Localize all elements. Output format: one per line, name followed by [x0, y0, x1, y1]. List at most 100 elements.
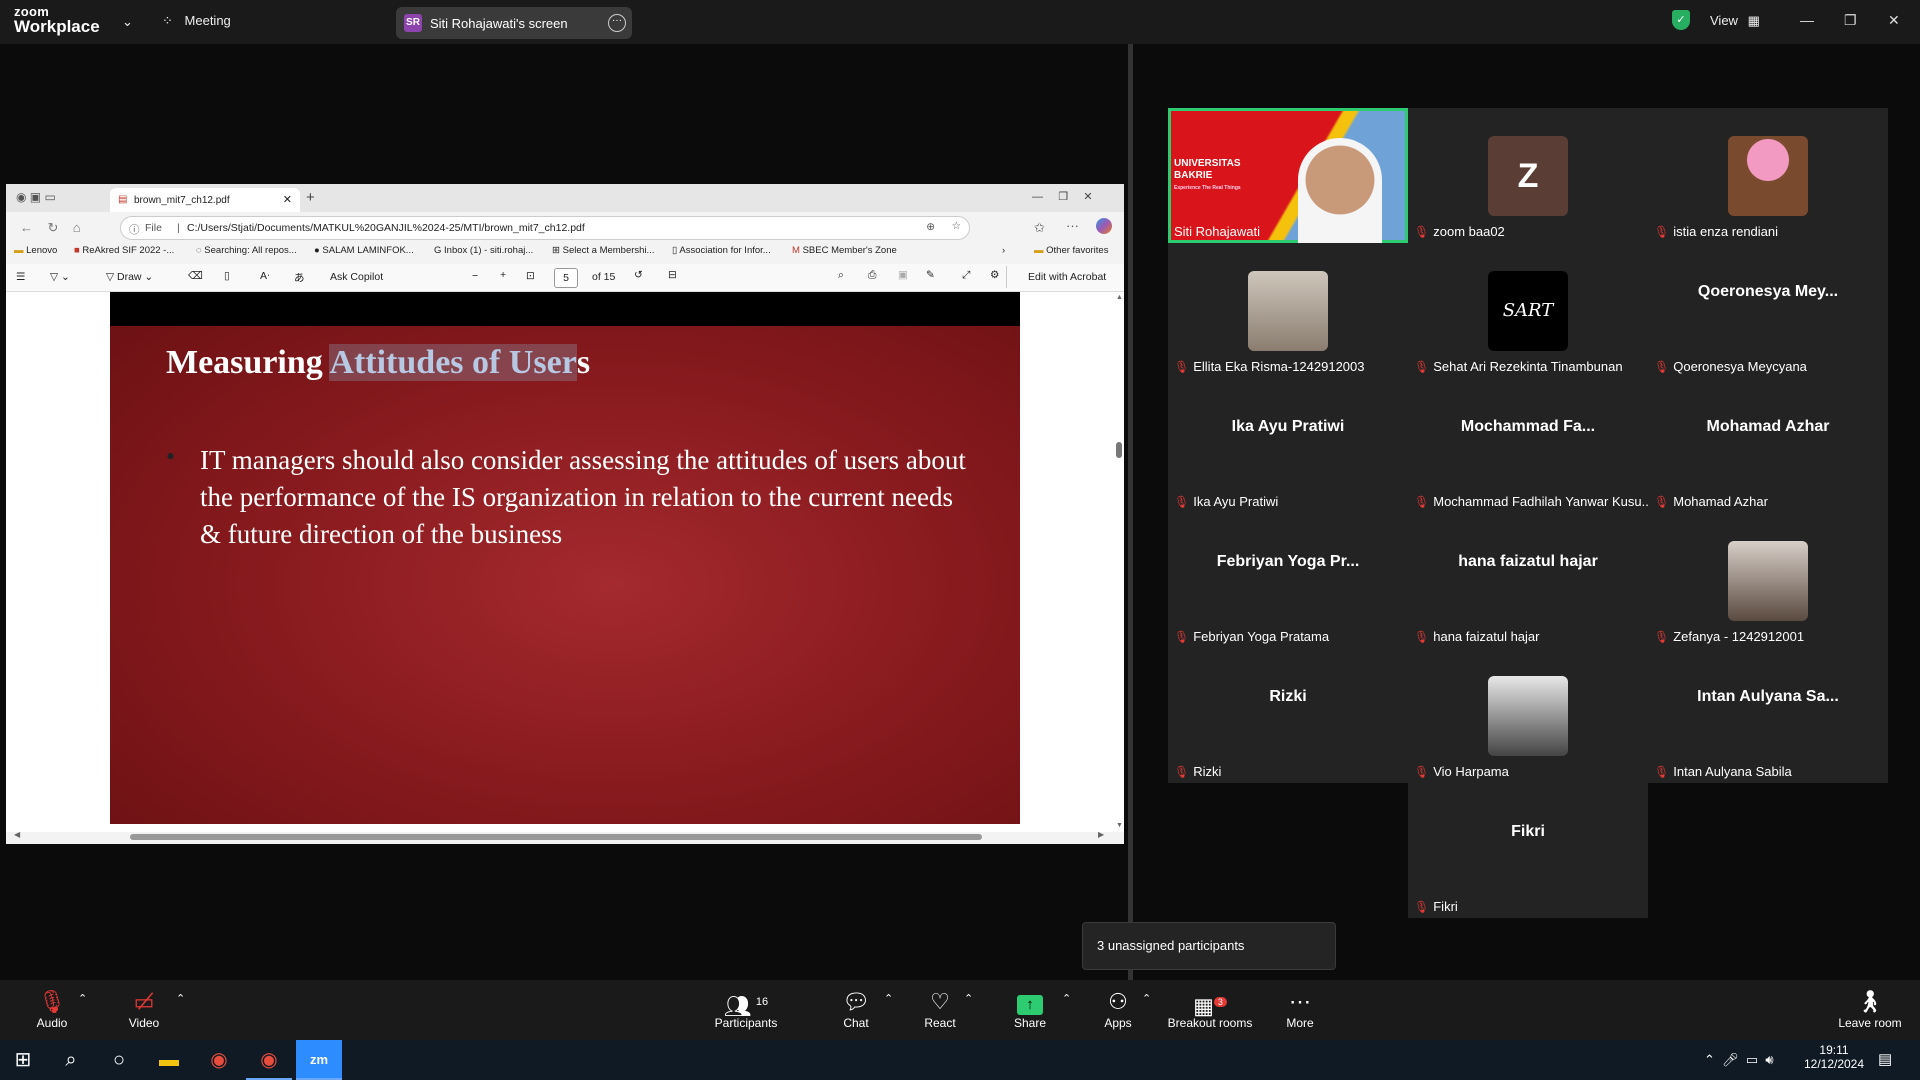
participant-tile[interactable]: 🎙︎ Zefanya - 1242912001 [1648, 513, 1888, 648]
audio-options-icon[interactable]: ⌃ [78, 992, 87, 1005]
favorites-icon[interactable]: ✩ [1034, 220, 1045, 236]
bookmarks-overflow-icon[interactable]: › [1002, 245, 1005, 256]
share-options-icon[interactable]: ⌃ [1062, 992, 1071, 1005]
participant-tile[interactable]: Intan Aulyana Sa... 🎙︎ Intan Aulyana Sabil… [1648, 648, 1888, 783]
nav-buttons[interactable]: ← ↻ ⌂ [20, 220, 81, 236]
react-options-icon[interactable]: ⌃ [964, 992, 973, 1005]
meeting-menu[interactable]: ⁘ Meeting [162, 13, 231, 29]
search-icon[interactable]: ⌕ [48, 1040, 94, 1080]
bookmark-association[interactable]: ▯ Association for Infor... [672, 245, 771, 256]
screen-share-pill[interactable]: SR Siti Rohajawati's screen ··· [396, 7, 632, 39]
chrome-icon[interactable]: ◉ [196, 1040, 242, 1080]
page-number-input[interactable]: 5 [554, 268, 578, 288]
close-tab-icon[interactable]: ✕ [283, 193, 292, 206]
bookmark-select[interactable]: ⊞ Select a Membershi... [552, 245, 654, 256]
print-icon[interactable]: ⎙ [868, 269, 876, 282]
unassigned-participants-popup[interactable]: 3 unassigned participants [1082, 922, 1336, 970]
page-view-icon[interactable]: ⊟ [668, 269, 677, 281]
split-divider[interactable] [1128, 44, 1133, 980]
more-button[interactable]: ⋯ More [1270, 980, 1330, 1040]
bookmark-inbox[interactable]: G Inbox (1) - siti.rohaj... [434, 245, 533, 256]
bookmark-salam[interactable]: ● SALAM LAMINFOK... [314, 245, 414, 256]
bookmark-sbec[interactable]: M SBEC Member's Zone [792, 245, 897, 256]
save-as-icon[interactable]: ✎ [926, 269, 935, 281]
chat-button[interactable]: 💬︎ Chat [826, 980, 886, 1040]
ask-copilot-button[interactable]: Ask Copilot [330, 271, 383, 283]
participant-tile[interactable]: Qoeronesya Mey... 🎙︎ Qoeronesya Meycyana [1648, 243, 1888, 378]
participant-tile[interactable]: SART 🎙︎ Sehat Ari Rezekinta Tinambunan [1408, 243, 1648, 378]
breakout-rooms-button[interactable]: ▦ 3 Breakout rooms [1162, 980, 1258, 1040]
apps-button[interactable]: ⚇ Apps [1090, 980, 1146, 1040]
rotate-icon[interactable]: ↺ [634, 269, 643, 281]
scroll-right-icon[interactable]: ▶ [1098, 830, 1104, 839]
vertical-scrollbar[interactable]: ▲ ▼ [1114, 292, 1124, 832]
copilot-icon[interactable] [1096, 218, 1112, 234]
video-options-icon[interactable]: ⌃ [176, 992, 185, 1005]
file-explorer-icon[interactable]: ▬ [146, 1040, 192, 1080]
save-icon[interactable]: ▣ [898, 269, 908, 281]
participant-tile[interactable]: Mohamad Azhar 🎙︎ Mohamad Azhar [1648, 378, 1888, 513]
participant-tile[interactable]: Rizki 🎙︎ Rizki [1168, 648, 1408, 783]
highlight-icon[interactable]: ▽ ⌄ [50, 271, 70, 283]
pdf-viewer[interactable]: Measuring Attitudes of Users • IT manage… [6, 292, 1124, 832]
participant-tile[interactable]: Febriyan Yoga Pr... 🎙︎ Febriyan Yoga Prata… [1168, 513, 1408, 648]
draw-button[interactable]: ▽ Draw ⌄ [106, 271, 153, 283]
share-button[interactable]: ↑ Share [1000, 980, 1060, 1040]
chevron-down-icon[interactable]: ⌄ [122, 14, 133, 30]
minimize-icon[interactable]: — [1800, 12, 1814, 28]
notifications-icon[interactable]: ▤ [1878, 1050, 1892, 1068]
browser-menu-icon[interactable]: ··· [1066, 218, 1079, 233]
apps-options-icon[interactable]: ⌃ [1142, 992, 1151, 1005]
edit-with-acrobat-button[interactable]: Edit with Acrobat [1028, 271, 1106, 283]
view-button[interactable]: View ▦ [1710, 13, 1760, 29]
other-favorites[interactable]: ▬ Other favorites [1034, 245, 1108, 256]
participants-button[interactable]: 👥︎ 16 Participants [706, 980, 786, 1040]
horizontal-scrollbar[interactable] [130, 834, 982, 840]
windows-start-icon[interactable]: ⊞ [0, 1040, 46, 1080]
bookmark-reakred[interactable]: ■ ReAkred SIF 2022 -... [74, 245, 174, 256]
participant-tile[interactable]: 🎙︎ istia enza rendiani [1648, 108, 1888, 243]
zoom-app-icon[interactable]: zm [296, 1040, 342, 1080]
more-options-icon[interactable]: ··· [608, 14, 626, 32]
translate-icon[interactable]: あ [294, 270, 305, 285]
participant-tile[interactable]: 🎙︎ Vio Harpama [1408, 648, 1648, 783]
audio-button[interactable]: 🎙︎ Audio [22, 980, 82, 1040]
fullscreen-icon[interactable]: ⤢ [962, 269, 970, 282]
task-view-icon[interactable]: ○ [96, 1040, 142, 1080]
clock[interactable]: 19:11 12/12/2024 [1802, 1043, 1866, 1071]
participant-tile[interactable]: Ika Ayu Pratiwi 🎙︎ Ika Ayu Pratiwi [1168, 378, 1408, 513]
browser-tab[interactable]: ▤ brown_mit7_ch12.pdf ✕ [110, 188, 300, 212]
contents-icon[interactable]: ☰ [16, 271, 25, 283]
participant-tile[interactable]: hana faizatul hajar 🎙︎ hana faizatul hajar [1408, 513, 1648, 648]
participant-tile[interactable]: Z 🎙︎ zoom baa02 [1408, 108, 1648, 243]
participant-tile[interactable]: UNIVERSITAS BAKRIE Experience The Real Thi… [1168, 108, 1408, 243]
settings-icon[interactable]: ⚙ [990, 269, 999, 281]
fit-page-icon[interactable]: ⊡ [526, 270, 535, 282]
tray-icons[interactable]: ⌃ 🎤︎ ▭ 🔊︎ [1704, 1052, 1774, 1068]
bookmark-searching[interactable]: ◌ Searching: All repos... [196, 245, 297, 256]
scroll-left-icon[interactable]: ◀ [14, 830, 20, 839]
view-icon[interactable]: ▯ [224, 270, 230, 282]
participant-tile[interactable]: 🎙︎ Ellita Eka Risma-1242912003 [1168, 243, 1408, 378]
new-tab-icon[interactable]: + [306, 189, 315, 206]
react-button[interactable]: ♡ React [910, 980, 970, 1040]
chrome-profile-icon[interactable]: ◉ [246, 1040, 292, 1080]
restore-icon[interactable]: ❐ [1844, 12, 1857, 29]
read-aloud-icon[interactable]: Aᐧ [260, 270, 270, 282]
eraser-icon[interactable]: ⌫ [188, 270, 203, 282]
profile-icon[interactable]: ◉ ▣ ▭ [16, 190, 56, 204]
zoom-icon[interactable]: ⊕ [926, 221, 935, 233]
star-icon[interactable]: ☆ [952, 220, 961, 232]
browser-window-controls[interactable]: — ❐ ✕ [1032, 190, 1093, 203]
address-bar[interactable]: ⓘ File | C:/Users/Stjati/Documents/MATKU… [120, 216, 970, 240]
shield-icon[interactable]: ✓ [1672, 10, 1690, 30]
video-button[interactable]: ▭̸ Video [114, 980, 174, 1040]
zoom-in-icon[interactable]: + [500, 269, 506, 281]
participant-tile[interactable]: Mochammad Fa... 🎙︎ Mochammad Fadhilah Yanw… [1408, 378, 1648, 513]
participant-tile[interactable]: Fikri 🎙︎ Fikri [1408, 783, 1648, 918]
bookmark-lenovo[interactable]: ▬ Lenovo [14, 245, 57, 256]
search-icon[interactable]: ⌕ [838, 269, 844, 282]
close-icon[interactable]: ✕ [1888, 12, 1900, 29]
chat-options-icon[interactable]: ⌃ [884, 992, 893, 1005]
zoom-out-icon[interactable]: − [472, 270, 478, 282]
